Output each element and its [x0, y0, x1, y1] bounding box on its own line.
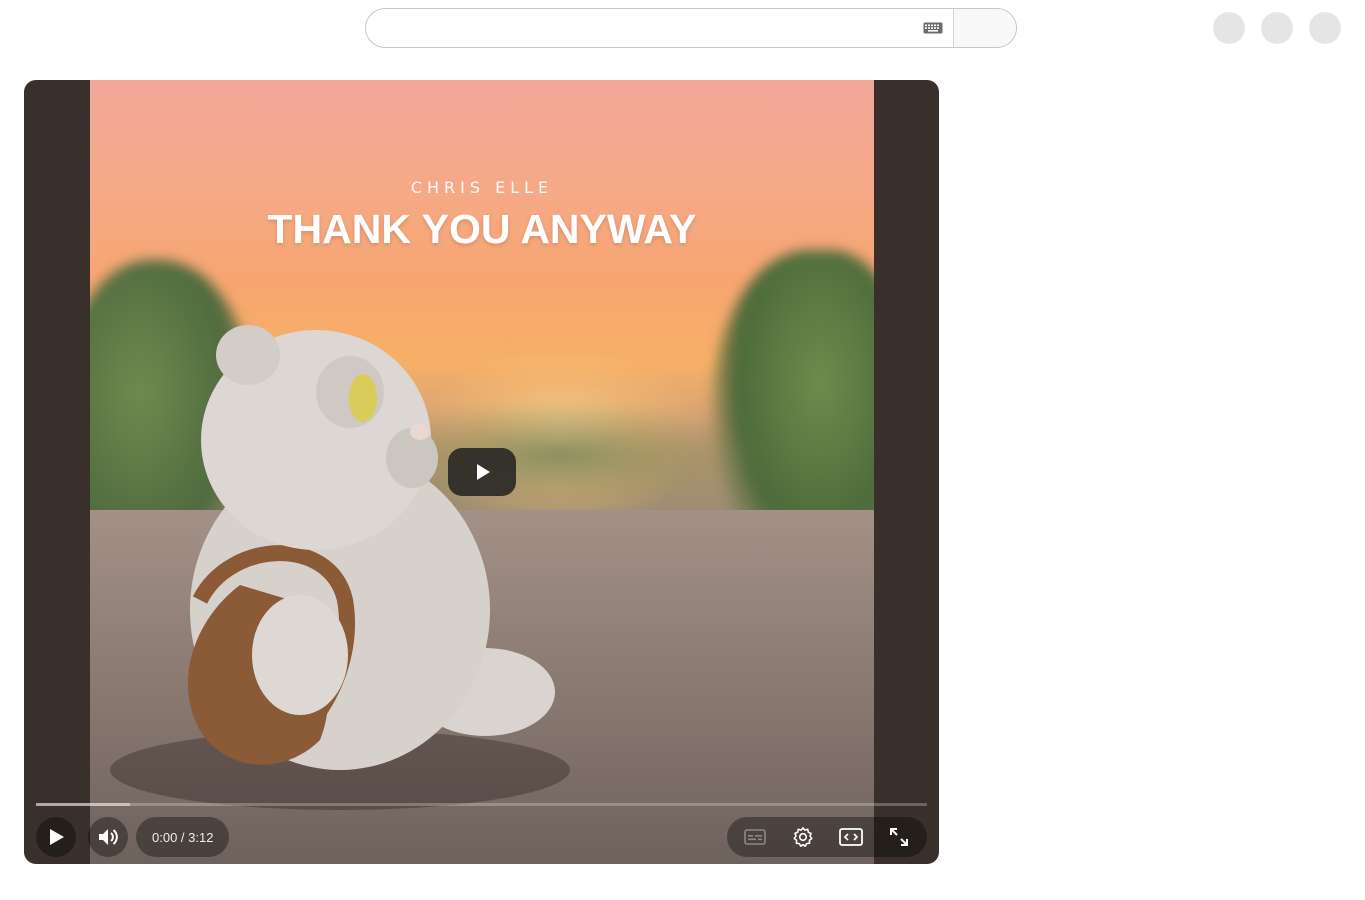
play-button[interactable] [36, 817, 76, 857]
play-icon [50, 829, 64, 845]
settings-gear-icon [793, 827, 813, 847]
volume-button[interactable] [88, 817, 128, 857]
thumbnail-title: THANK YOU ANYWAY [267, 206, 697, 252]
video-player[interactable]: CHRIS ELLE THANK YOU ANYWAY 0:00 / 3:12 [24, 80, 939, 864]
progress-bar[interactable] [36, 803, 927, 806]
masthead-icon-button-3[interactable] [1309, 12, 1341, 44]
time-display: 0:00 / 3:12 [136, 817, 230, 857]
play-icon [477, 464, 490, 480]
search-button[interactable] [953, 9, 1016, 47]
fullscreen-button[interactable] [875, 817, 923, 857]
settings-button[interactable] [779, 817, 827, 857]
search-input[interactable] [366, 9, 913, 47]
subtitles-button[interactable] [731, 817, 779, 857]
subtitles-icon [744, 829, 766, 845]
large-play-button[interactable] [448, 448, 516, 496]
masthead [0, 0, 1365, 56]
theater-mode-button[interactable] [827, 817, 875, 857]
masthead-icon-button-2[interactable] [1261, 12, 1293, 44]
volume-icon [99, 829, 118, 845]
progress-buffered [36, 803, 130, 806]
thumbnail-artist: CHRIS ELLE [410, 178, 554, 197]
right-controls [727, 817, 927, 857]
masthead-icon-button-1[interactable] [1213, 12, 1245, 44]
theater-mode-icon [839, 828, 863, 846]
fullscreen-icon [890, 828, 908, 846]
search-box [365, 8, 1017, 48]
keyboard-icon[interactable] [913, 9, 953, 47]
